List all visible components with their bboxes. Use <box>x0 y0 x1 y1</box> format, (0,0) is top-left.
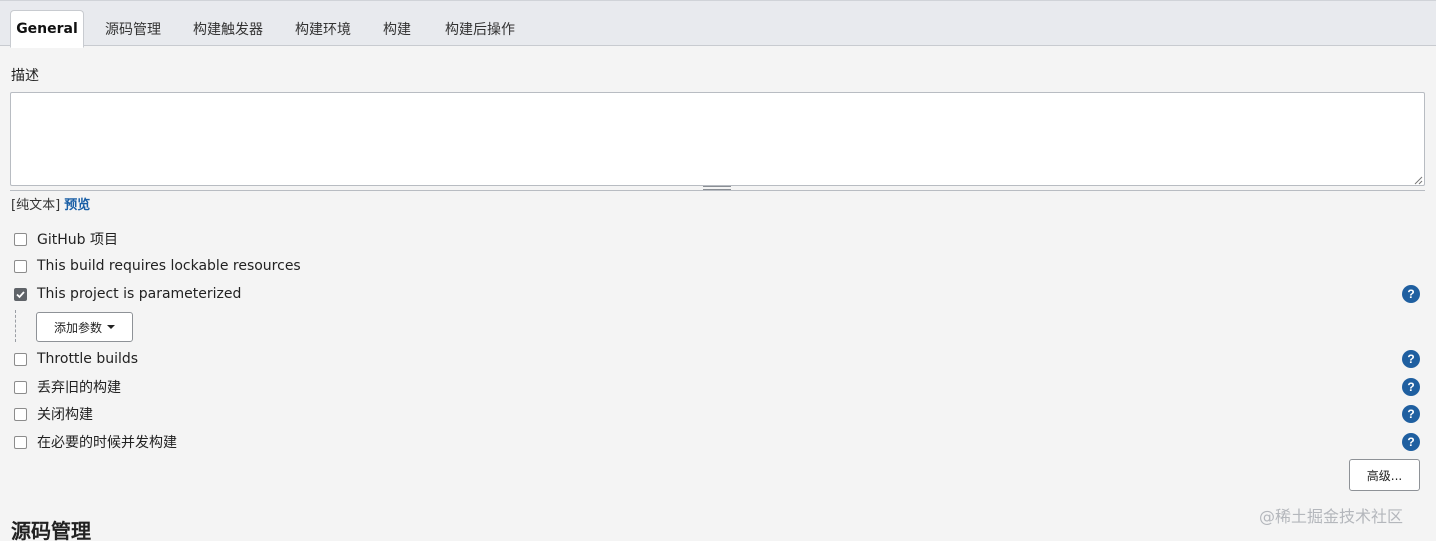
add-parameter-label: 添加参数 <box>53 320 102 335</box>
help-icon[interactable]: ? <box>1402 405 1420 423</box>
corner-resize-icon[interactable] <box>1414 176 1423 185</box>
help-icon[interactable]: ? <box>1402 433 1420 451</box>
option-label: 在必要的时候并发构建 <box>37 435 177 451</box>
tab-build-environment[interactable]: 构建环境 <box>286 10 360 47</box>
help-icon[interactable]: ? <box>1402 378 1420 396</box>
description-textarea[interactable] <box>10 92 1425 186</box>
tab-bar: General 源码管理 构建触发器 构建环境 构建 构建后操作 <box>0 0 1436 48</box>
advanced-button[interactable]: 高级... <box>1349 459 1420 491</box>
checkbox[interactable] <box>14 435 27 449</box>
checkbox-checked[interactable] <box>14 287 27 301</box>
add-parameter-button[interactable]: 添加参数 <box>36 312 133 342</box>
watermark: @稀土掘金技术社区 <box>1259 507 1404 526</box>
option-parameterized[interactable]: This project is parameterized <box>14 284 241 304</box>
option-label: This build requires lockable resources <box>37 258 301 274</box>
help-icon[interactable]: ? <box>1402 285 1420 303</box>
checkbox[interactable] <box>14 259 27 273</box>
check-icon <box>16 290 25 298</box>
resize-grip-handle[interactable] <box>703 186 731 190</box>
option-concurrent-builds[interactable]: 在必要的时候并发构建 <box>14 432 177 452</box>
option-label: 丢弃旧的构建 <box>37 380 121 396</box>
option-disable-build[interactable]: 关闭构建 <box>14 404 93 424</box>
tab-build[interactable]: 构建 <box>372 10 422 47</box>
checkbox[interactable] <box>14 352 27 366</box>
caret-down-icon <box>107 325 115 329</box>
section-title-source-management: 源码管理 <box>11 519 91 541</box>
option-lockable-resources[interactable]: This build requires lockable resources <box>14 256 301 276</box>
option-label: 关闭构建 <box>37 407 93 423</box>
checkbox[interactable] <box>14 380 27 394</box>
nested-indent-line <box>15 310 16 342</box>
format-line: [纯文本] 预览 <box>11 194 90 213</box>
tab-source-management[interactable]: 源码管理 <box>96 10 170 47</box>
preview-link[interactable]: 预览 <box>64 198 90 213</box>
plain-text-format-label: [纯文本] <box>11 198 61 213</box>
checkbox[interactable] <box>14 407 27 421</box>
tab-post-build-actions[interactable]: 构建后操作 <box>434 10 526 47</box>
tab-general[interactable]: General <box>10 10 84 48</box>
tab-build-triggers[interactable]: 构建触发器 <box>182 10 274 47</box>
option-github-project[interactable]: GitHub 项目 <box>14 229 118 249</box>
option-discard-old-builds[interactable]: 丢弃旧的构建 <box>14 377 121 397</box>
description-label: 描述 <box>11 68 39 84</box>
option-label: Throttle builds <box>37 351 139 367</box>
checkbox[interactable] <box>14 232 27 246</box>
help-icon[interactable]: ? <box>1402 350 1420 368</box>
option-label: This project is parameterized <box>37 286 242 302</box>
option-throttle-builds[interactable]: Throttle builds <box>14 349 138 369</box>
option-label: GitHub 项目 <box>37 232 118 248</box>
